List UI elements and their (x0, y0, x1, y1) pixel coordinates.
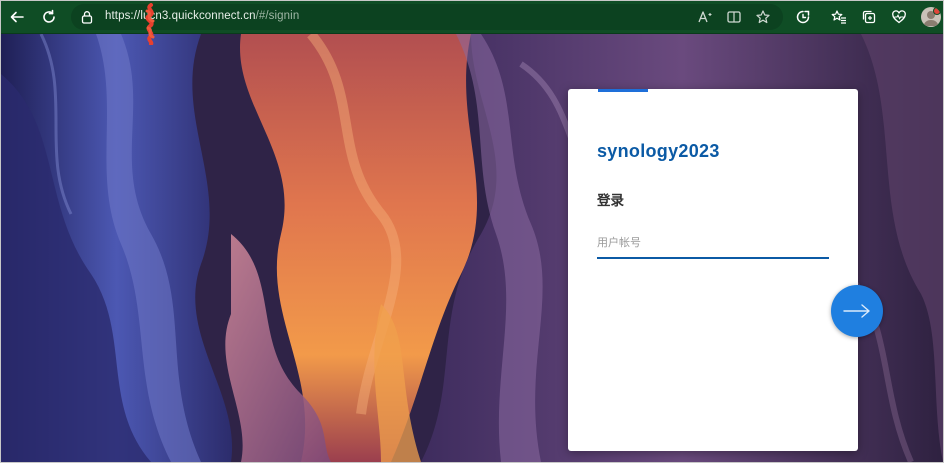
reader-mode-icon (727, 11, 741, 23)
next-button[interactable] (831, 285, 883, 337)
reload-button[interactable] (37, 5, 61, 29)
heart-pulse-icon (892, 10, 906, 24)
browser-window: https://lucn3.quickconnect.cn/#/signin s… (0, 0, 944, 463)
profile-avatar[interactable] (921, 7, 941, 27)
url-text[interactable]: https://lucn3.quickconnect.cn/#/signin (105, 10, 299, 22)
address-bar[interactable]: https://lucn3.quickconnect.cn/#/signin (71, 4, 783, 30)
browser-toolbar: https://lucn3.quickconnect.cn/#/signin (1, 1, 943, 45)
copilot-button[interactable] (887, 5, 911, 29)
extension-icon (796, 10, 810, 24)
collections-button[interactable] (857, 5, 881, 29)
favorites-button[interactable] (827, 5, 851, 29)
signin-page: synology2023 登录 (1, 34, 943, 462)
reader-mode-button[interactable] (722, 5, 746, 29)
url-path: /#/signin (255, 10, 300, 22)
back-button[interactable] (5, 5, 29, 29)
collections-icon (862, 10, 876, 24)
signin-heading: 登录 (597, 193, 624, 208)
server-name-title: synology2023 (597, 141, 720, 161)
lock-icon[interactable] (81, 10, 93, 29)
extension-button[interactable] (791, 5, 815, 29)
read-aloud-icon (698, 11, 712, 23)
login-card: synology2023 登录 (568, 89, 858, 451)
url-host: cn3.quickconnect.cn (149, 10, 256, 22)
card-accent-bar (598, 89, 648, 92)
notification-dot (933, 7, 941, 15)
favorite-button[interactable] (751, 5, 775, 29)
read-aloud-button[interactable] (693, 5, 717, 29)
username-input[interactable] (597, 229, 829, 259)
favorites-icon (831, 10, 846, 24)
reload-icon (43, 9, 55, 23)
star-icon (756, 10, 770, 24)
arrow-left-icon (10, 11, 24, 23)
arrow-right-icon (843, 304, 870, 318)
redaction-mark (145, 3, 155, 45)
